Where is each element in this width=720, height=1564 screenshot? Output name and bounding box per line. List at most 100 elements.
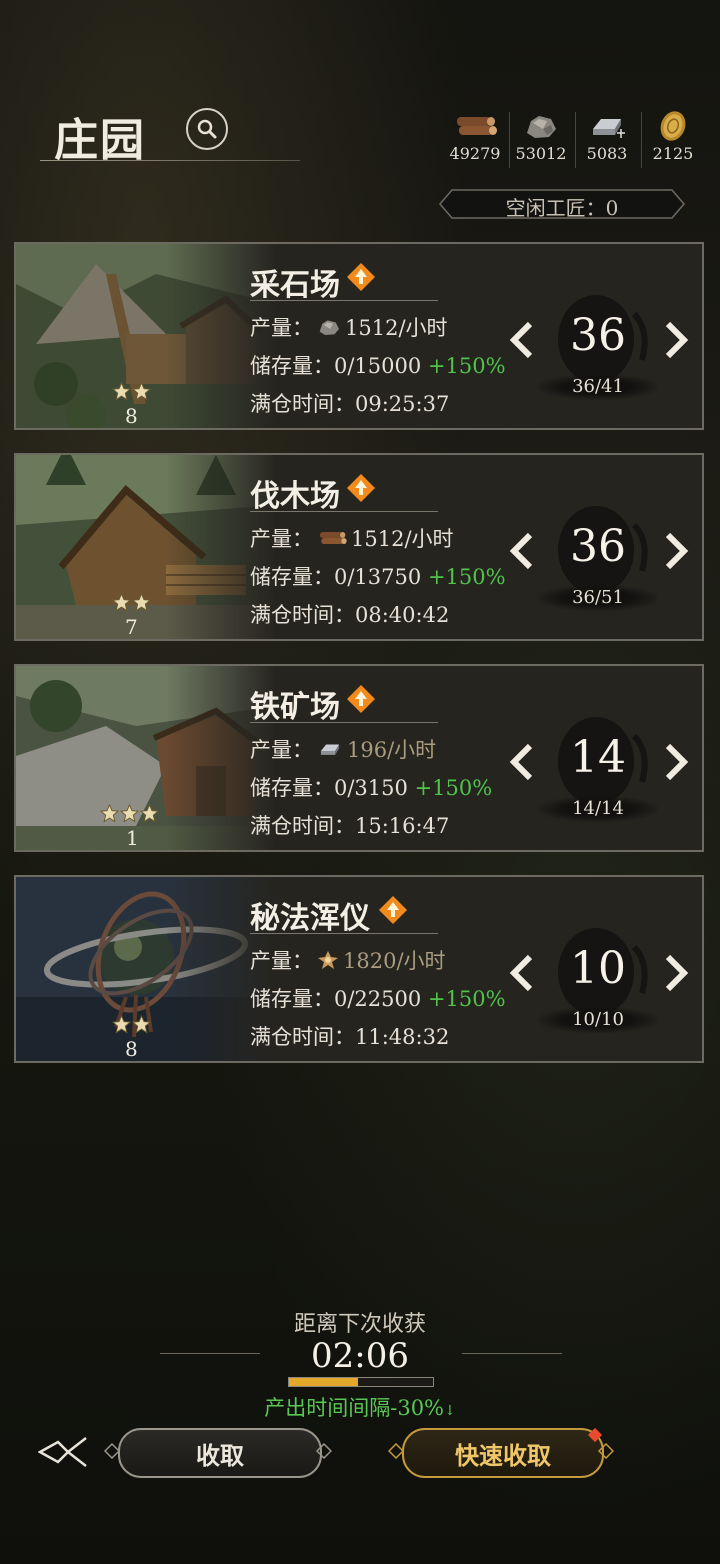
production-value: 196/小时	[347, 738, 437, 762]
production-value: 1512/小时	[345, 316, 448, 340]
star-rating	[112, 593, 151, 613]
title-divider	[40, 160, 300, 161]
quick-collect-button[interactable]: 快速收取	[402, 1428, 604, 1478]
building-name: 伐木场	[250, 479, 340, 514]
star-icon	[112, 382, 131, 401]
storage-label: 储存量：	[250, 776, 334, 800]
full-time-label: 满仓时间：	[250, 814, 355, 838]
decrease-workers-button[interactable]	[506, 320, 538, 360]
star-rating	[112, 1015, 151, 1035]
name-divider	[250, 933, 438, 934]
production-row: 产量： 1512/小时	[250, 523, 454, 553]
storage-bonus: +150%	[427, 987, 506, 1011]
production-row: 产量： 196/小时	[250, 734, 436, 764]
building-name: 秘法浑仪	[250, 901, 370, 936]
storage-row: 储存量：0/15000 +150%	[250, 350, 506, 380]
star-rating	[112, 382, 151, 402]
resource-wood[interactable]: 49279	[443, 108, 507, 163]
increase-workers-button[interactable]	[660, 742, 692, 782]
decrease-workers-button[interactable]	[506, 953, 538, 993]
increase-workers-button[interactable]	[660, 953, 692, 993]
name-divider	[250, 722, 438, 723]
name-divider	[250, 300, 438, 301]
assigned-workers: 36	[570, 310, 626, 361]
full-time-value: 09:25:37	[355, 392, 450, 416]
upgrade-arrow-icon[interactable]	[378, 895, 408, 925]
resource-gold[interactable]: 2125	[641, 108, 705, 163]
building-name: 采石场	[250, 268, 340, 303]
collect-button[interactable]: 收取	[118, 1428, 322, 1478]
star-icon	[132, 593, 151, 612]
arcane-crystal-icon	[318, 951, 338, 969]
storage-value: 0/22500	[334, 987, 422, 1011]
resource-stone-value: 53012	[515, 144, 567, 163]
storage-row: 储存量：0/13750 +150%	[250, 561, 506, 591]
resource-iron-value: 5083	[586, 144, 628, 163]
resource-wood-value: 49279	[449, 144, 501, 163]
building-level: 8	[125, 1037, 138, 1061]
building-card-quarry[interactable]: 8 采石场 产量： 1512/小时 储存量：0/15000 +150% 满仓时间：…	[14, 242, 704, 430]
increase-workers-button[interactable]	[660, 320, 692, 360]
stone-ore-icon	[319, 320, 339, 335]
collect-label: 收取	[196, 1440, 244, 1470]
building-level: 1	[126, 826, 139, 850]
full-time-label: 满仓时间：	[250, 1025, 355, 1049]
star-icon	[112, 593, 131, 612]
star-icon	[100, 804, 119, 823]
name-divider	[250, 511, 438, 512]
full-time-value: 15:16:47	[355, 814, 450, 838]
production-row: 产量： 1512/小时	[250, 312, 448, 342]
back-button[interactable]	[38, 1432, 90, 1472]
upgrade-arrow-icon[interactable]	[346, 684, 376, 714]
storage-value: 0/3150	[334, 776, 408, 800]
interval-label: 产出时间间隔-30%	[264, 1396, 445, 1420]
production-value: 1820/小时	[343, 949, 446, 973]
harvest-progress-bar	[288, 1377, 434, 1387]
next-harvest-label: 距离下次收获	[293, 1312, 426, 1337]
diamond-ornament-icon	[598, 1443, 614, 1459]
wood-log-icon	[457, 117, 497, 135]
star-icon	[132, 1015, 151, 1034]
decrease-workers-button[interactable]	[506, 531, 538, 571]
diamond-ornament-icon	[388, 1443, 404, 1459]
building-level: 8	[125, 404, 138, 428]
building-level: 7	[125, 615, 138, 639]
upgrade-arrow-icon[interactable]	[346, 473, 376, 503]
star-icon	[132, 382, 151, 401]
full-time-row: 满仓时间：08:40:42	[250, 599, 449, 629]
full-time-row: 满仓时间：09:25:37	[250, 388, 449, 418]
building-card-iron-mine[interactable]: 1 铁矿场 产量： 196/小时 储存量：0/3150 +150% 满仓时间：15…	[14, 664, 704, 852]
harvest-progress-fill	[289, 1378, 359, 1386]
arcane-armillary-image: 8	[16, 877, 276, 1061]
quick-collect-label: 快速收取	[455, 1440, 551, 1470]
resource-iron[interactable]: 5083	[575, 108, 639, 163]
workers-ratio: 36/51	[572, 587, 624, 608]
building-card-arcane-armillary[interactable]: 8 秘法浑仪 产量： 1820/小时 储存量：0/22500 +150% 满仓时间…	[14, 875, 704, 1063]
wood-log-icon	[320, 532, 347, 544]
production-label: 产量：	[250, 738, 313, 762]
diamond-ornament-icon	[104, 1443, 120, 1459]
gold-coin-icon	[660, 111, 686, 141]
workers-ratio: 14/14	[572, 798, 624, 819]
resource-stone[interactable]: 53012	[509, 108, 573, 163]
decrease-workers-button[interactable]	[506, 742, 538, 782]
star-icon	[140, 804, 159, 823]
resource-gold-value: 2125	[652, 144, 694, 163]
upgrade-arrow-icon[interactable]	[346, 262, 376, 292]
production-row: 产量： 1820/小时	[250, 945, 446, 975]
search-icon	[197, 119, 217, 139]
building-card-lumber-mill[interactable]: 7 伐木场 产量： 1512/小时 储存量：0/13750 +150% 满仓时间：…	[14, 453, 704, 641]
down-arrow-icon: ↓	[444, 1403, 456, 1419]
full-time-value: 11:48:32	[355, 1025, 450, 1049]
production-label: 产量：	[250, 316, 313, 340]
production-label: 产量：	[250, 949, 313, 973]
stone-ore-icon	[527, 116, 556, 138]
increase-workers-button[interactable]	[660, 531, 692, 571]
storage-bonus: +150%	[414, 776, 493, 800]
search-button[interactable]	[186, 108, 228, 150]
production-value: 1512/小时	[351, 527, 454, 551]
idle-workers-text: 空闲工匠：0	[505, 196, 619, 220]
full-time-row: 满仓时间：11:48:32	[250, 1021, 449, 1051]
iron-ingot-icon	[593, 119, 625, 138]
storage-label: 储存量：	[250, 565, 334, 589]
